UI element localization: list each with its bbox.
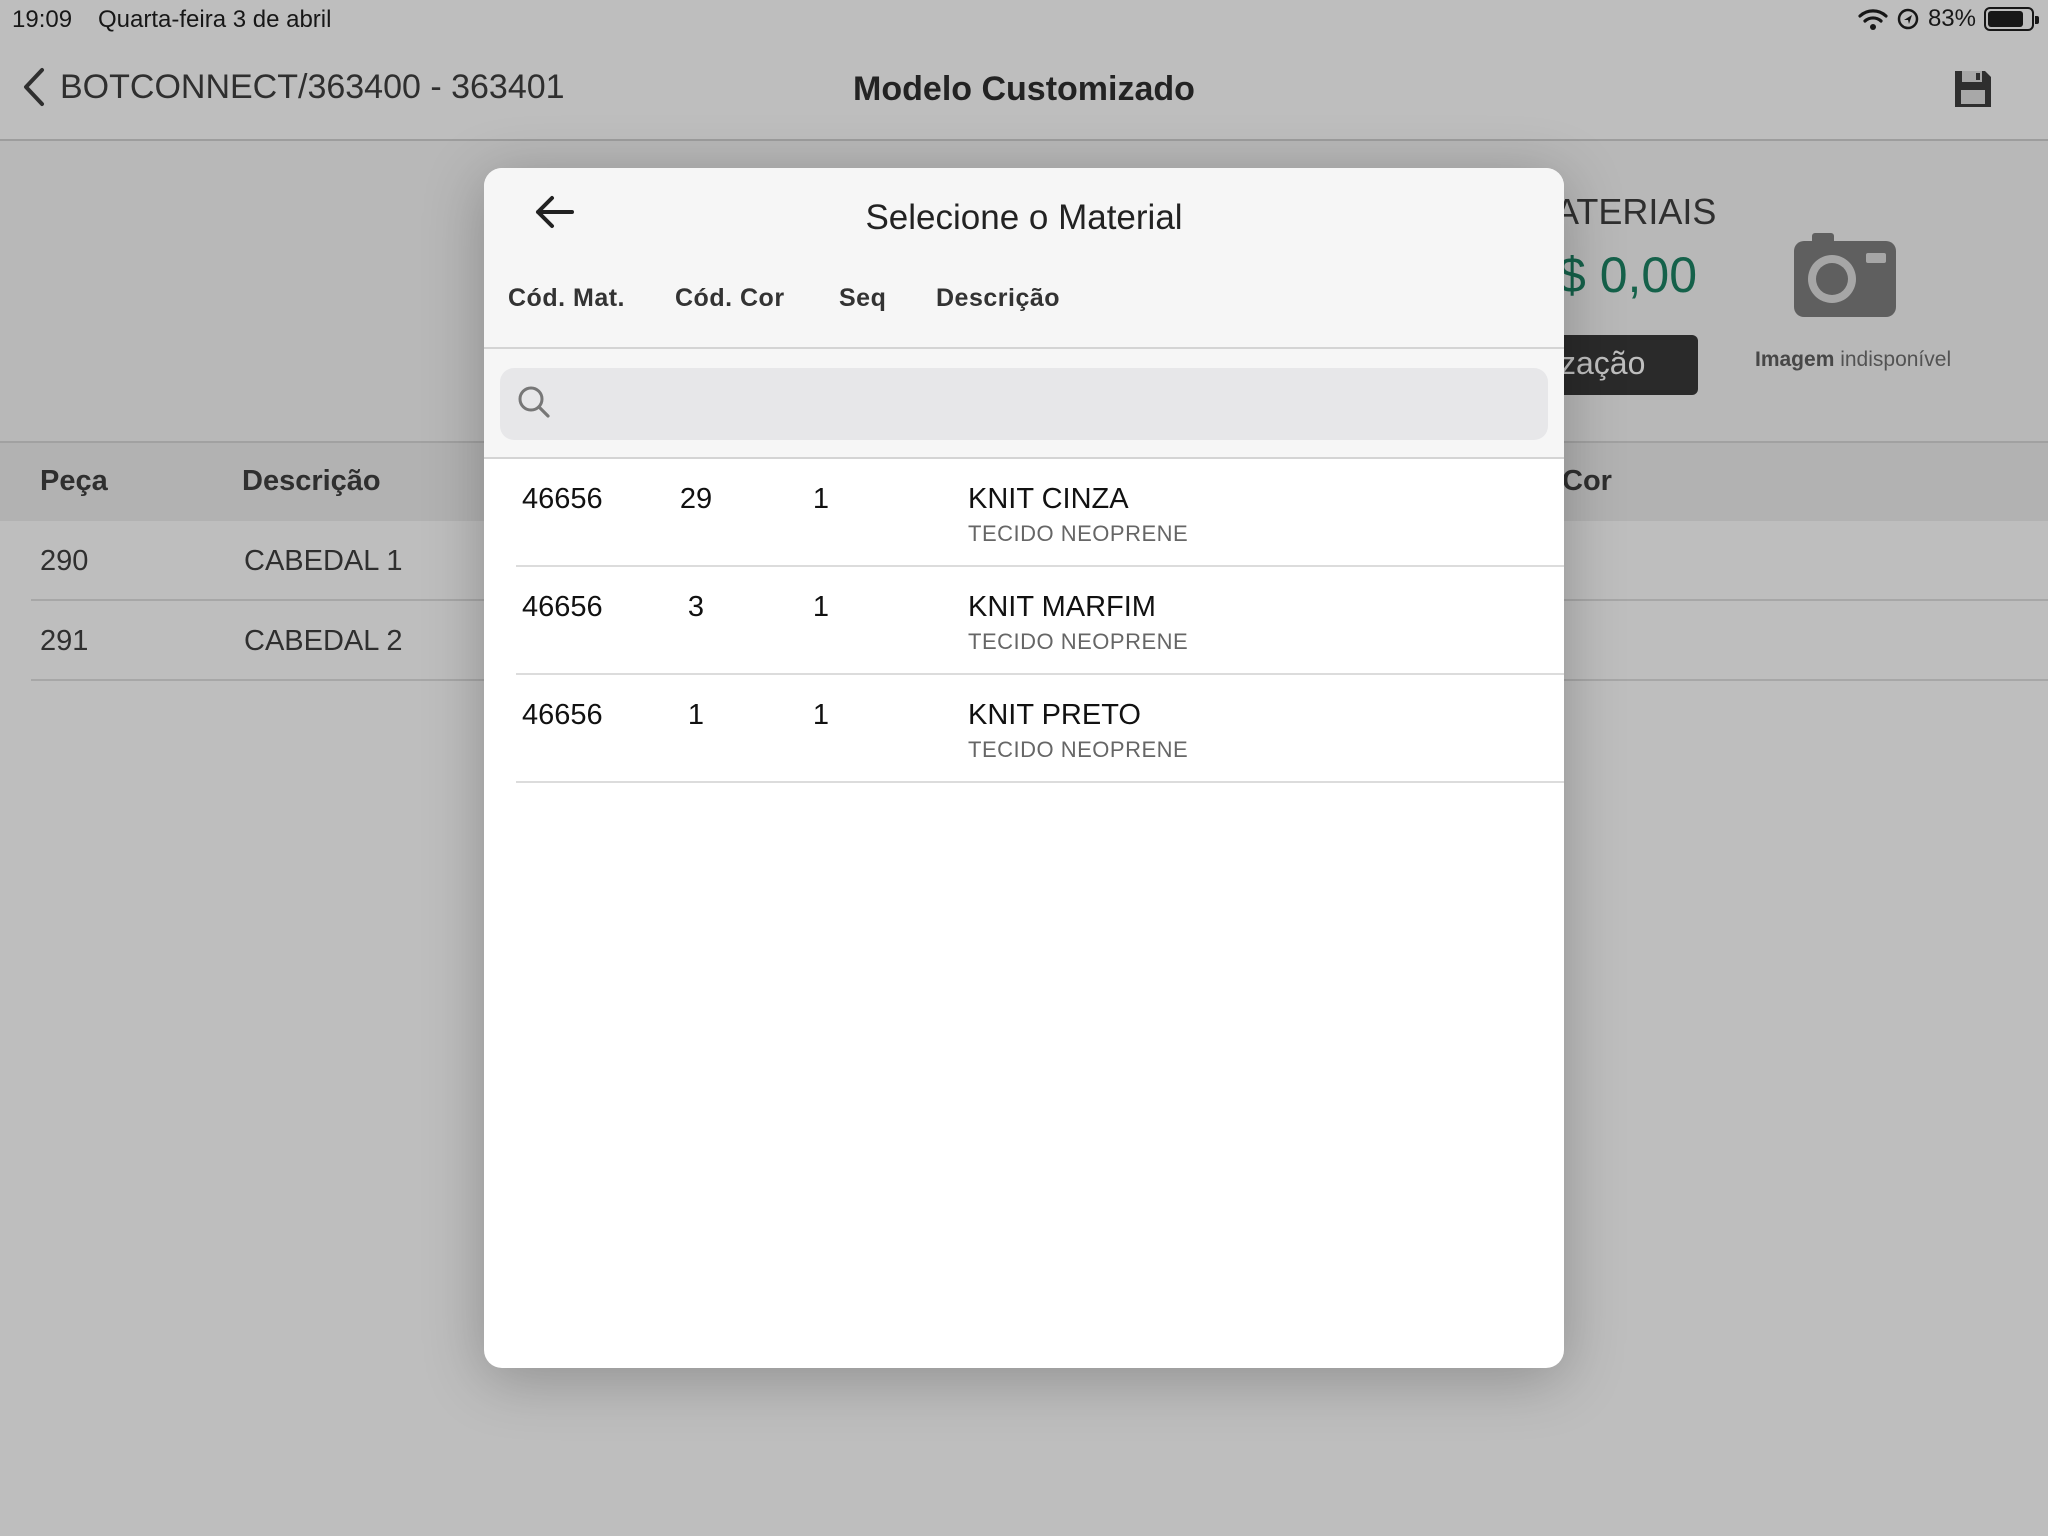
cod-mat: 46656 [522,591,603,623]
search-input[interactable] [562,368,1522,440]
modal-title: Selecione o Material [865,198,1183,237]
header-divider [484,347,1564,349]
list-item[interactable]: 46656 29 1 KNIT CINZA TECIDO NEOPRENE [516,459,1564,567]
cod-cor: 3 [687,591,705,623]
subtitulo: TECIDO NEOPRENE [968,521,1189,546]
column-header-cod-mat: Cód. Mat. [508,284,625,312]
modal-header: Selecione o Material Cód. Mat. Cód. Cor … [484,168,1564,459]
subtitulo: TECIDO NEOPRENE [968,629,1189,654]
search-icon [518,386,550,418]
seq: 1 [812,591,830,623]
cod-mat: 46656 [522,483,603,515]
seq: 1 [812,483,830,515]
select-material-modal: Selecione o Material Cód. Mat. Cód. Cor … [484,168,1564,1368]
cod-mat: 46656 [522,699,603,731]
descricao: KNIT CINZA [968,483,1129,515]
column-header-descricao: Descrição [936,284,1061,312]
list-item[interactable]: 46656 3 1 KNIT MARFIM TECIDO NEOPRENE [516,567,1564,675]
search-bar[interactable] [500,368,1548,440]
material-list: 46656 29 1 KNIT CINZA TECIDO NEOPRENE 46… [484,459,1564,783]
cod-cor: 1 [687,699,705,731]
list-item[interactable]: 46656 1 1 KNIT PRETO TECIDO NEOPRENE [516,675,1564,783]
subtitulo: TECIDO NEOPRENE [968,737,1189,762]
column-header-cod-cor: Cód. Cor [675,284,785,312]
descricao: KNIT PRETO [968,699,1141,731]
descricao: KNIT MARFIM [968,591,1156,623]
seq: 1 [812,699,830,731]
column-header-seq: Seq [839,284,887,312]
cod-cor: 29 [679,483,713,515]
